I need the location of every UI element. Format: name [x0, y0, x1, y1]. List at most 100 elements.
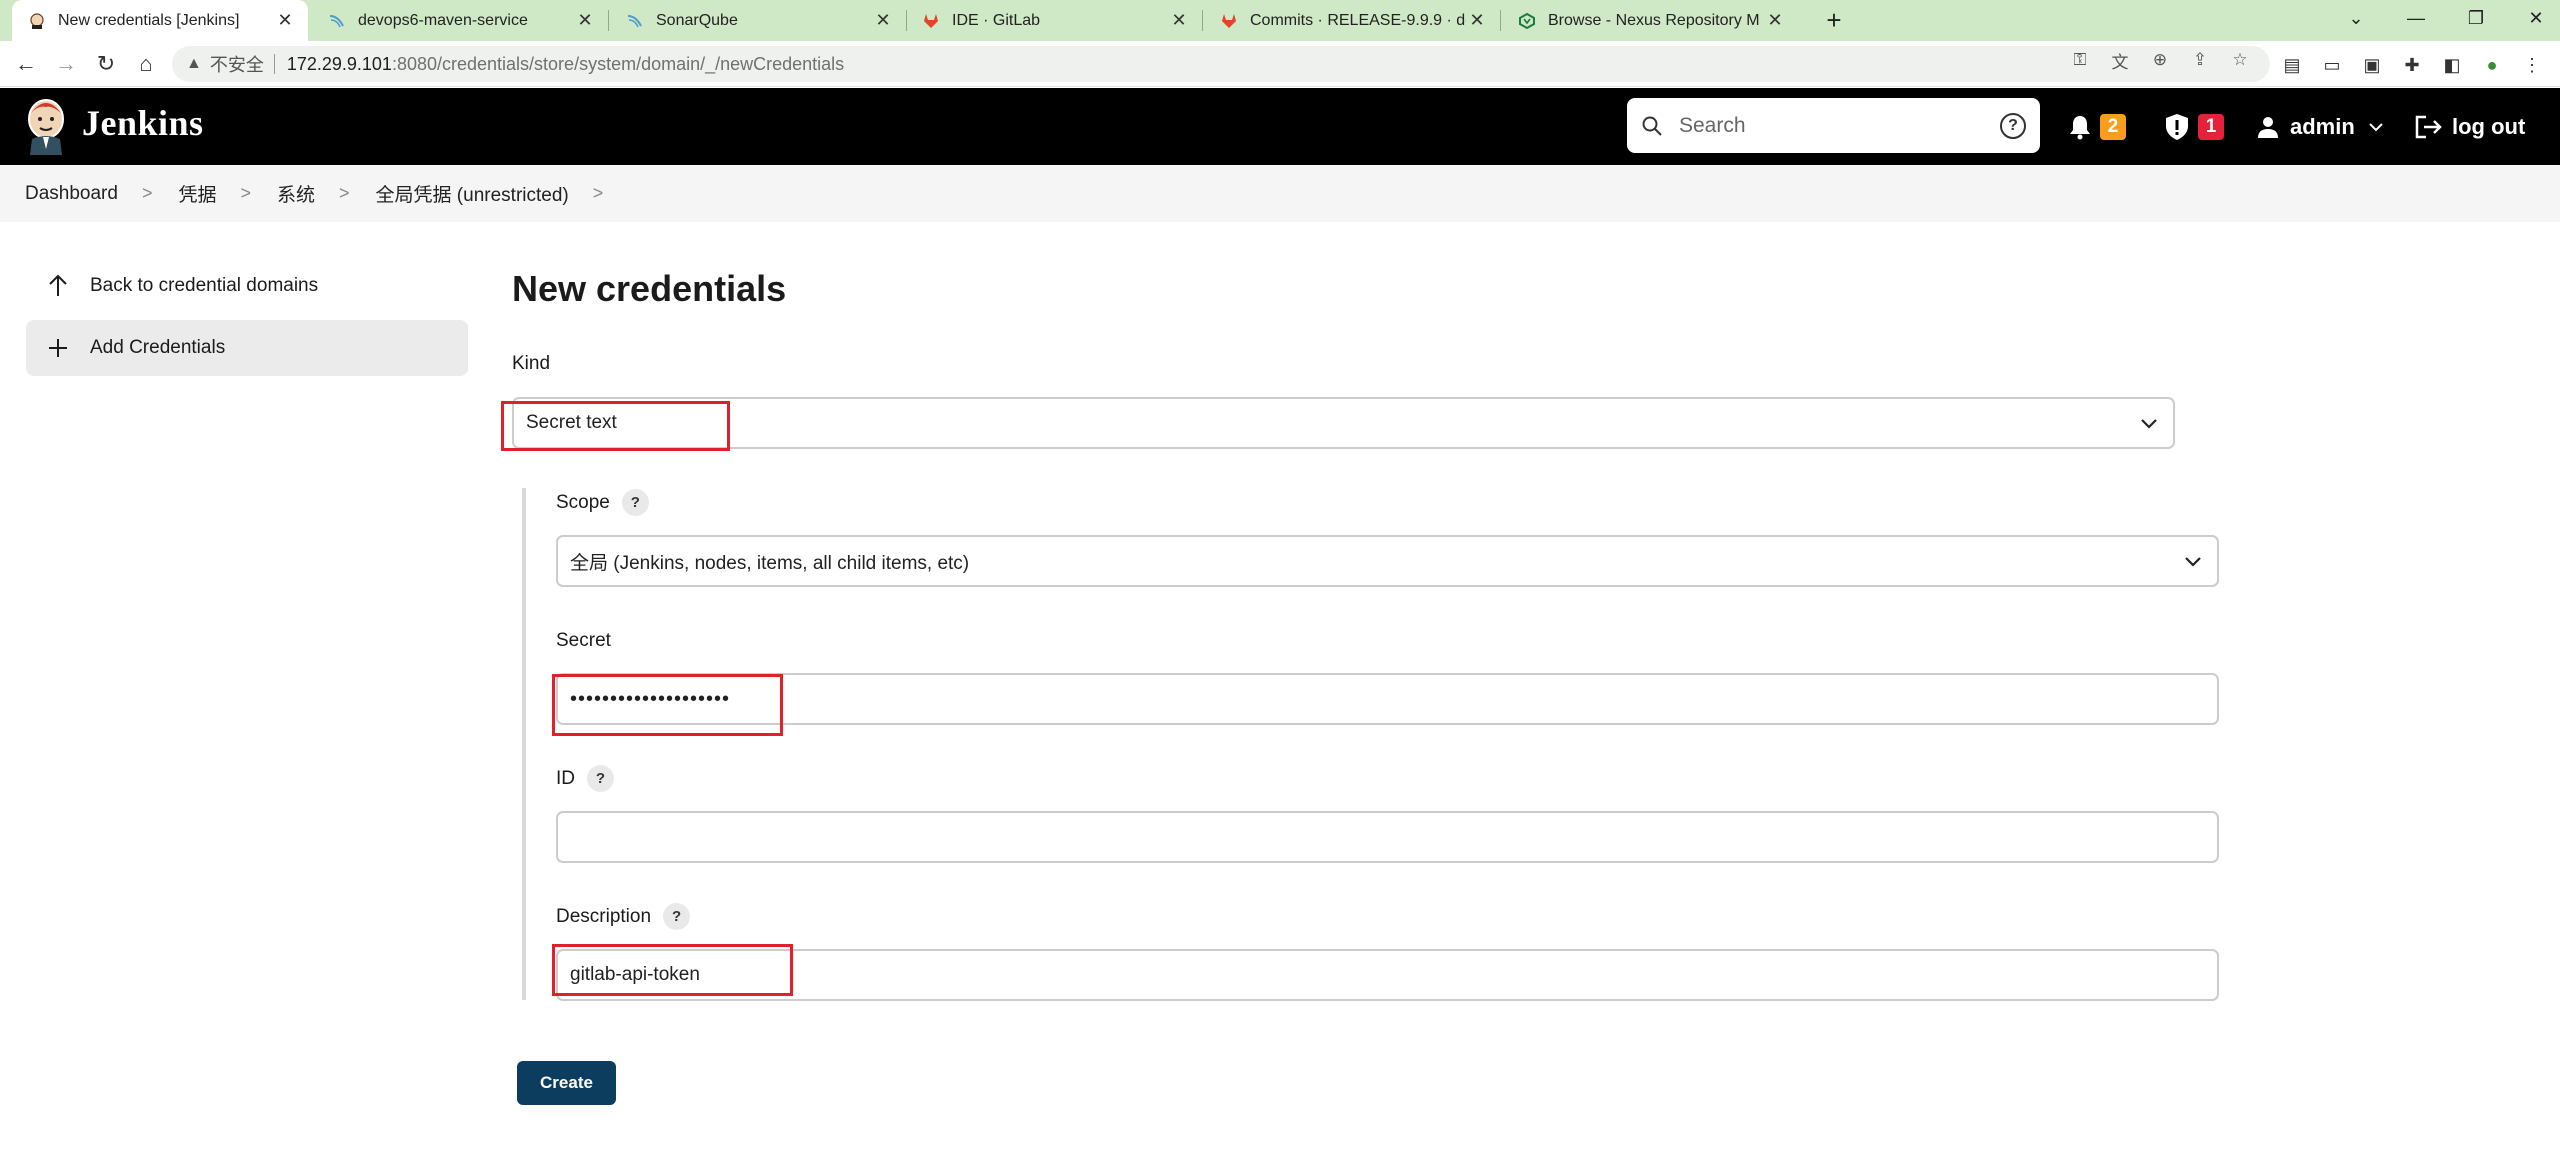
secret-label-text: Secret: [556, 630, 611, 651]
address-bar[interactable]: ▲ 不安全 172.29.9.101:8080/credentials/stor…: [172, 46, 2270, 82]
profile-avatar-icon[interactable]: ●: [2480, 53, 2504, 77]
search-help-icon[interactable]: ?: [2000, 112, 2026, 139]
notifications-badge: 2: [2100, 113, 2126, 140]
close-icon[interactable]: ✕: [574, 10, 596, 31]
username-label: admin: [2290, 113, 2355, 139]
jenkins-title[interactable]: Jenkins: [82, 102, 204, 144]
translate-icon[interactable]: 文: [2108, 48, 2132, 72]
security-warnings-button[interactable]: 1: [2164, 88, 2224, 165]
jenkins-header: Jenkins ? 2 1 admin log out: [0, 88, 2560, 165]
reload-icon[interactable]: ↻: [90, 49, 122, 79]
key-icon[interactable]: ⚿: [2068, 48, 2092, 72]
jenkins-favicon-icon: [28, 12, 46, 30]
close-icon[interactable]: ✕: [1466, 10, 1488, 31]
tab-separator: [608, 10, 609, 31]
tab-label: IDE · GitLab: [952, 11, 1041, 29]
jenkins-logo-icon[interactable]: [22, 97, 70, 155]
kind-label-text: Kind: [512, 353, 551, 374]
kind-select[interactable]: Secret text: [512, 397, 2175, 449]
browser-tab-nexus[interactable]: Browse - Nexus Repository M ✕: [1502, 0, 1798, 41]
scope-label-text: Scope: [556, 491, 610, 513]
plus-icon: [26, 337, 90, 359]
kind-label: Kind: [512, 353, 550, 375]
tab-label: Commits · RELEASE-9.9.9 · dev: [1250, 11, 1466, 29]
help-icon[interactable]: ?: [663, 903, 691, 930]
highlight-box-kind: [501, 401, 730, 451]
breadcrumb-credentials[interactable]: 凭据: [178, 180, 216, 207]
id-input[interactable]: [556, 811, 2219, 863]
extension-screen-icon[interactable]: ▭: [2320, 53, 2344, 77]
user-menu[interactable]: admin: [2256, 88, 2385, 165]
id-label-text: ID: [556, 767, 575, 789]
browser-toolbar: ← → ↻ ⌂ ▲ 不安全 172.29.9.101:8080/credenti…: [0, 41, 2560, 87]
close-icon[interactable]: ✕: [1764, 10, 1786, 31]
close-icon[interactable]: ✕: [872, 10, 894, 31]
search-input[interactable]: [1677, 112, 2000, 139]
share-icon[interactable]: ⇪: [2188, 48, 2212, 72]
tab-label: Browse - Nexus Repository M: [1548, 11, 1760, 29]
breadcrumb-global-credentials[interactable]: 全局凭据 (unrestricted): [376, 180, 569, 207]
scope-select-value: 全局 (Jenkins, nodes, items, all child ite…: [570, 552, 970, 574]
chevron-right-icon: >: [240, 183, 251, 203]
bell-icon: [2070, 115, 2090, 139]
logout-label: log out: [2452, 113, 2526, 139]
chevron-down-icon: [2137, 411, 2161, 435]
highlight-box-secret: [552, 674, 783, 736]
minimize-window-icon[interactable]: —: [2386, 0, 2446, 36]
tab-separator: [1500, 10, 1501, 31]
sidebar-item-label: Back to credential domains: [90, 275, 319, 296]
sonarqube-favicon-icon: [626, 12, 644, 30]
side-panel-icon[interactable]: ◧: [2440, 53, 2464, 77]
logout-link[interactable]: log out: [2414, 88, 2525, 165]
close-icon[interactable]: ✕: [274, 10, 296, 31]
chevron-down-icon: [2181, 549, 2205, 573]
description-input[interactable]: [556, 949, 2219, 1001]
new-tab-button[interactable]: +: [1818, 4, 1850, 36]
sidebar-item-label: Add Credentials: [90, 337, 226, 358]
chevron-right-icon[interactable]: >: [593, 183, 604, 204]
url-path: :8080/credentials/store/system/domain/_/…: [391, 53, 845, 74]
browser-tab-jenkins[interactable]: New credentials [Jenkins] ✕: [12, 0, 308, 41]
description-label: Description ?: [556, 903, 691, 930]
gitlab-favicon-icon: [1220, 12, 1238, 30]
breadcrumb-dashboard[interactable]: Dashboard: [25, 183, 118, 205]
notifications-button[interactable]: 2: [2068, 88, 2126, 165]
tab-search-chevron-icon[interactable]: ⌄: [2326, 0, 2386, 36]
bookmark-star-icon[interactable]: ☆: [2228, 48, 2252, 72]
sonarqube-favicon-icon: [328, 12, 346, 30]
reading-list-icon[interactable]: ▤: [2280, 53, 2304, 77]
browser-tab-gitlab-ide[interactable]: IDE · GitLab ✕: [906, 0, 1202, 41]
browser-menu-icon[interactable]: ⋮: [2520, 53, 2544, 77]
address-divider: [273, 54, 275, 74]
description-label-text: Description: [556, 905, 652, 927]
tab-separator: [1202, 10, 1203, 31]
close-icon[interactable]: ✕: [1168, 10, 1190, 31]
close-window-icon[interactable]: ✕: [2506, 0, 2560, 36]
create-button[interactable]: Create: [517, 1061, 616, 1105]
help-icon[interactable]: ?: [621, 489, 649, 516]
chevron-right-icon: >: [141, 183, 153, 203]
warning-triangle-icon[interactable]: ▲: [186, 55, 202, 73]
browser-tab-devops6[interactable]: devops6-maven-service ✕: [312, 0, 608, 41]
forward-arrow-icon[interactable]: →: [50, 49, 82, 79]
extensions-puzzle-icon[interactable]: ✚: [2400, 53, 2424, 77]
restore-window-icon[interactable]: ❐: [2446, 0, 2506, 36]
browser-tab-gitlab-commits[interactable]: Commits · RELEASE-9.9.9 · dev ✕: [1204, 0, 1500, 41]
secret-input[interactable]: [556, 673, 2219, 725]
highlight-box-description: [552, 944, 793, 996]
sidebar-item-add-credentials[interactable]: Add Credentials: [26, 320, 468, 376]
scope-select[interactable]: 全局 (Jenkins, nodes, items, all child ite…: [556, 535, 2219, 587]
extension-badge-icon[interactable]: ▣: [2360, 53, 2384, 77]
breadcrumb-system[interactable]: 系统: [277, 180, 315, 207]
logout-icon: [2415, 115, 2442, 138]
help-icon[interactable]: ?: [587, 765, 614, 792]
browser-tab-sonarqube[interactable]: SonarQube ✕: [610, 0, 906, 41]
back-arrow-icon[interactable]: ←: [10, 49, 42, 79]
credential-fields-rail: [522, 488, 526, 1000]
home-icon[interactable]: ⌂: [130, 49, 162, 79]
sidebar-item-back-to-domains[interactable]: Back to credential domains: [26, 258, 468, 314]
zoom-icon[interactable]: ⊕: [2148, 48, 2172, 72]
tab-label: devops6-maven-service: [358, 11, 528, 29]
url-host: 172.29.9.101: [286, 53, 392, 74]
security-status[interactable]: 不安全: [210, 51, 264, 77]
